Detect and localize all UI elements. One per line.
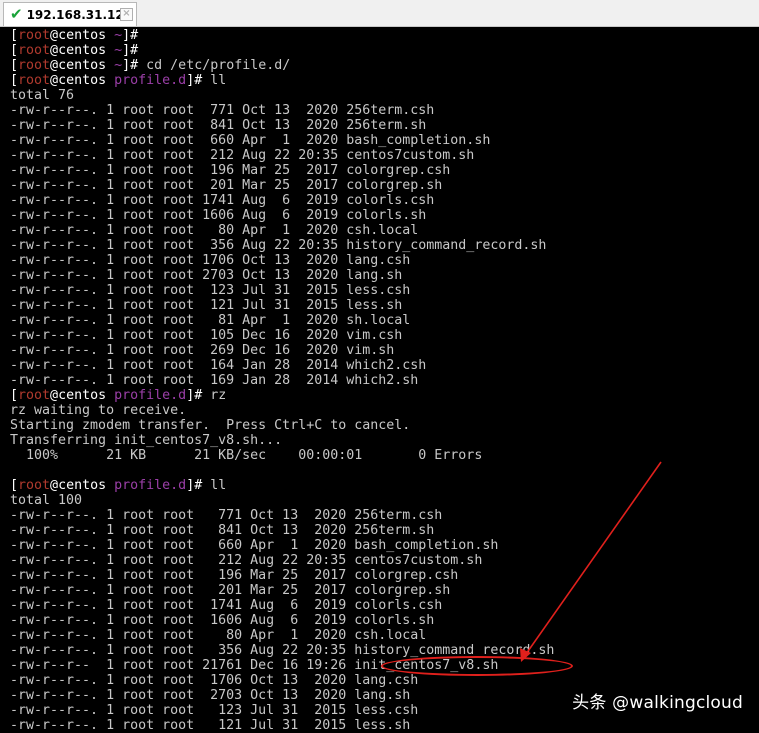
watermark: 头条 @walkingcloud [572, 693, 743, 713]
annotation-arrow [520, 461, 662, 662]
annotation-highlight-ellipse [381, 656, 573, 676]
